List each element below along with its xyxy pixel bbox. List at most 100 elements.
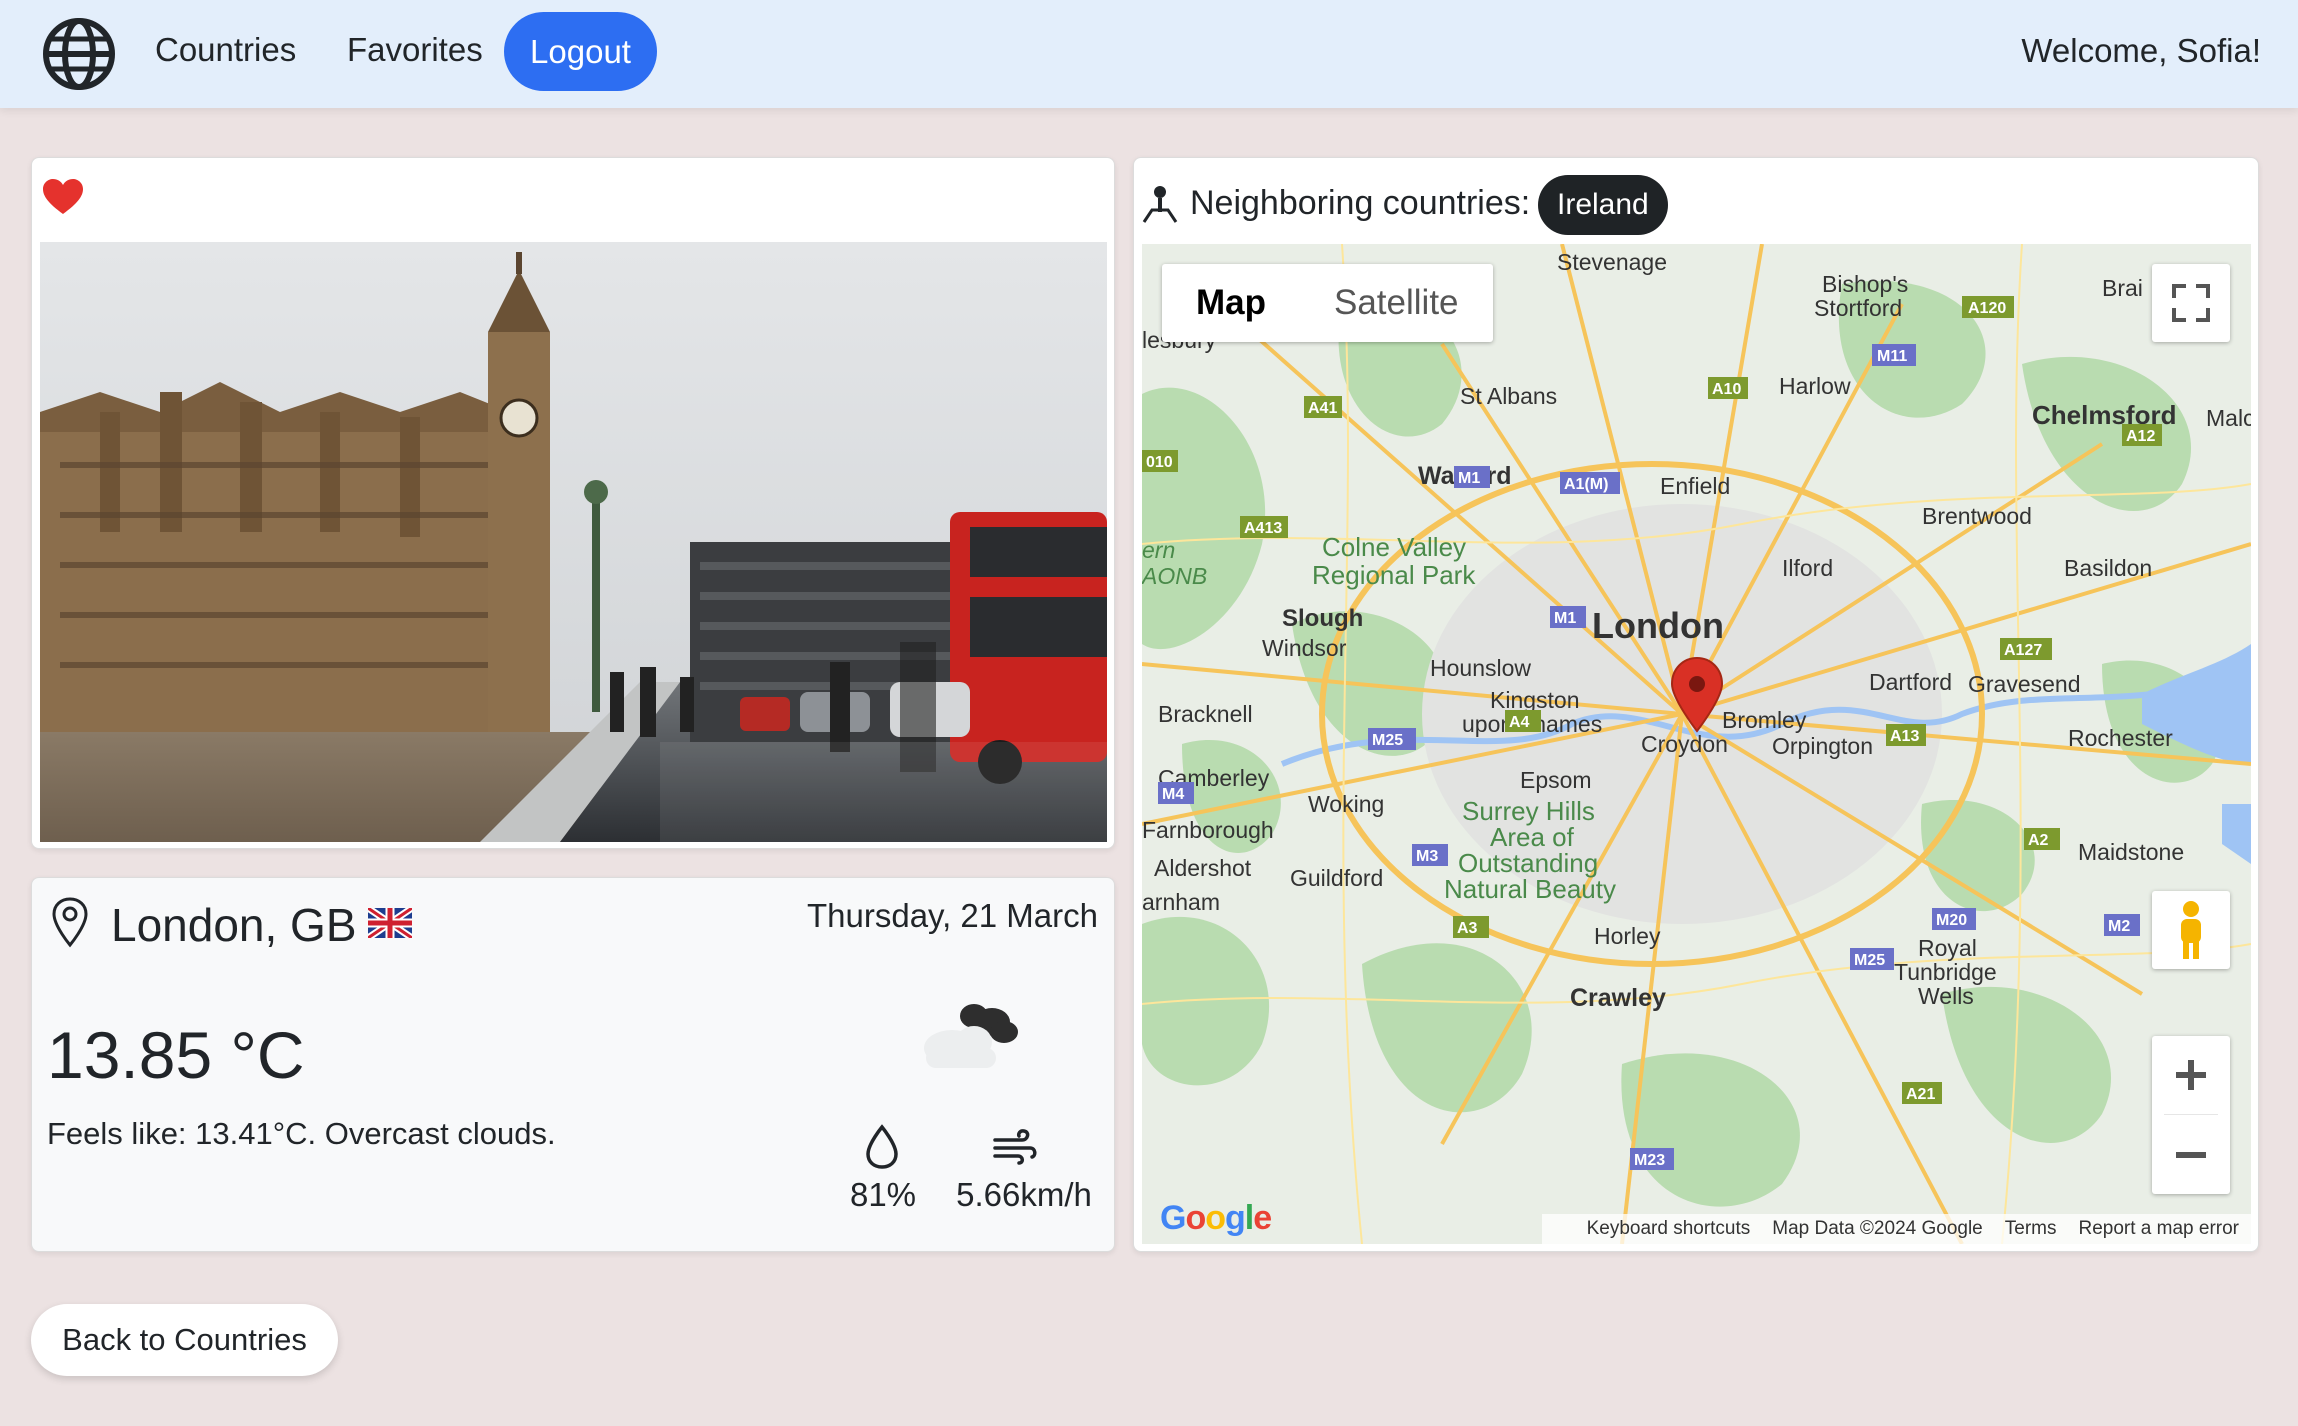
weather-date: Thursday, 21 March — [806, 897, 1098, 934]
svg-text:Maidstone: Maidstone — [2078, 839, 2184, 865]
svg-text:M11: M11 — [1877, 348, 1907, 365]
weather-card: London, GB Thursday, 21 March 13.85 °C F… — [31, 877, 1115, 1252]
map-type-satellite-button[interactable]: Satellite — [1300, 264, 1493, 342]
report-error-link[interactable]: Report a map error — [2078, 1218, 2239, 1240]
svg-text:Crawley: Crawley — [1570, 984, 1666, 1012]
neighbors-label: Neighboring countries: — [1190, 184, 1531, 222]
humidity-drop-icon — [866, 1124, 898, 1169]
svg-text:Basildon: Basildon — [2064, 555, 2152, 581]
svg-text:M20: M20 — [1936, 912, 1967, 929]
navbar: Countries Favorites Logout Welcome, Sofi… — [0, 0, 2298, 108]
location-pin-icon — [52, 897, 88, 948]
wind-icon — [993, 1129, 1037, 1165]
svg-text:Royal: Royal — [1918, 935, 1977, 961]
map-type-map-button[interactable]: Map — [1162, 264, 1300, 342]
map-footer: Keyboard shortcuts Map Data ©2024 Google… — [1542, 1214, 2251, 1244]
zoom-out-button[interactable] — [2152, 1116, 2230, 1194]
svg-text:Regional Park: Regional Park — [1312, 560, 1476, 590]
svg-text:arnham: arnham — [1142, 889, 1220, 915]
svg-text:Stortford: Stortford — [1814, 295, 1902, 321]
svg-text:A127: A127 — [2004, 642, 2042, 659]
svg-text:M25: M25 — [1854, 952, 1885, 969]
svg-text:Colne Valley: Colne Valley — [1322, 532, 1466, 562]
svg-text:M2: M2 — [2108, 918, 2130, 935]
svg-text:St Albans: St Albans — [1460, 383, 1557, 409]
globe-icon[interactable] — [42, 17, 116, 91]
svg-text:Wells: Wells — [1918, 983, 1974, 1009]
svg-text:Dartford: Dartford — [1869, 669, 1952, 695]
svg-text:Hounslow: Hounslow — [1430, 655, 1531, 681]
svg-text:M1: M1 — [1554, 610, 1576, 627]
svg-text:Harlow: Harlow — [1779, 373, 1851, 399]
svg-text:AONB: AONB — [1142, 563, 1207, 589]
svg-text:A120: A120 — [1968, 300, 2006, 317]
fullscreen-icon — [2172, 284, 2210, 322]
logout-button[interactable]: Logout — [504, 12, 657, 91]
google-map[interactable]: Stevenage Bishop'sStortford Brai lesbury… — [1142, 244, 2251, 1244]
heart-icon[interactable] — [42, 178, 84, 216]
svg-text:Stevenage: Stevenage — [1557, 249, 1667, 275]
svg-text:London: London — [1592, 605, 1724, 646]
wind-speed-value: 5.66km/h — [956, 1176, 1092, 1213]
svg-text:Guildford: Guildford — [1290, 865, 1383, 891]
nav-countries-link[interactable]: Countries — [155, 30, 296, 70]
city-name: London, GB — [111, 899, 357, 951]
svg-text:ern: ern — [1142, 537, 1175, 563]
svg-text:Woking: Woking — [1308, 791, 1384, 817]
svg-text:Rochester: Rochester — [2068, 725, 2173, 751]
svg-text:Brentwood: Brentwood — [1922, 503, 2032, 529]
feels-like-text: Feels like: 13.41°C. Overcast clouds. — [47, 1116, 556, 1151]
svg-text:Bromley: Bromley — [1722, 707, 1807, 733]
svg-text:A4: A4 — [1509, 714, 1530, 731]
nav-favorites-link[interactable]: Favorites — [347, 30, 483, 70]
svg-text:Farnborough: Farnborough — [1142, 817, 1274, 843]
svg-text:M25: M25 — [1372, 732, 1403, 749]
svg-text:M3: M3 — [1416, 848, 1438, 865]
svg-text:Bracknell: Bracknell — [1158, 701, 1253, 727]
svg-text:M4: M4 — [1162, 786, 1184, 803]
svg-text:Croydon: Croydon — [1641, 731, 1728, 757]
svg-text:Kingston: Kingston — [1490, 687, 1580, 713]
zoom-in-button[interactable] — [2152, 1036, 2230, 1114]
fullscreen-button[interactable] — [2152, 264, 2230, 342]
temperature-value: 13.85 °C — [47, 1018, 305, 1092]
svg-text:A12: A12 — [2126, 428, 2155, 445]
street-view-button[interactable] — [2152, 891, 2230, 969]
neighbor-country-badge[interactable]: Ireland — [1538, 175, 1668, 235]
svg-text:Windsor: Windsor — [1262, 635, 1347, 661]
city-photo — [40, 242, 1107, 842]
humidity-value: 81% — [849, 1176, 917, 1213]
svg-text:Orpington: Orpington — [1772, 733, 1873, 759]
svg-text:A41: A41 — [1308, 400, 1337, 417]
map-type-toggle: Map Satellite — [1162, 264, 1493, 342]
svg-text:A21: A21 — [1906, 1086, 1935, 1103]
svg-text:M1: M1 — [1458, 470, 1480, 487]
svg-text:Enfield: Enfield — [1660, 473, 1730, 499]
svg-text:Tunbridge: Tunbridge — [1894, 959, 1997, 985]
terms-link[interactable]: Terms — [2005, 1218, 2057, 1240]
welcome-text: Welcome, Sofia! — [2021, 32, 2261, 69]
svg-text:A2: A2 — [2028, 832, 2049, 849]
svg-text:A1(M): A1(M) — [1564, 476, 1608, 493]
back-to-countries-button[interactable]: Back to Countries — [31, 1304, 338, 1376]
svg-text:Bishop's: Bishop's — [1822, 271, 1908, 297]
svg-text:Slough: Slough — [1282, 605, 1363, 632]
city-photo-card — [31, 157, 1115, 849]
svg-text:Aldershot: Aldershot — [1154, 855, 1252, 881]
zoom-divider — [2164, 1114, 2218, 1115]
svg-text:A3: A3 — [1457, 920, 1478, 937]
svg-text:M23: M23 — [1634, 1152, 1665, 1169]
svg-text:Horley: Horley — [1594, 923, 1661, 949]
svg-text:Ilford: Ilford — [1782, 555, 1833, 581]
svg-text:Epsom: Epsom — [1520, 767, 1592, 793]
svg-text:Brai: Brai — [2102, 275, 2143, 301]
svg-text:Natural Beauty: Natural Beauty — [1444, 874, 1616, 904]
pegman-icon — [2181, 901, 2201, 959]
svg-text:A13: A13 — [1890, 728, 1919, 745]
svg-text:A413: A413 — [1244, 520, 1282, 537]
zoom-controls — [2152, 1036, 2230, 1194]
svg-text:A10: A10 — [1712, 381, 1741, 398]
svg-text:Gravesend: Gravesend — [1968, 671, 2081, 697]
svg-text:010: 010 — [1146, 454, 1173, 471]
keyboard-shortcuts-link[interactable]: Keyboard shortcuts — [1587, 1218, 1751, 1240]
